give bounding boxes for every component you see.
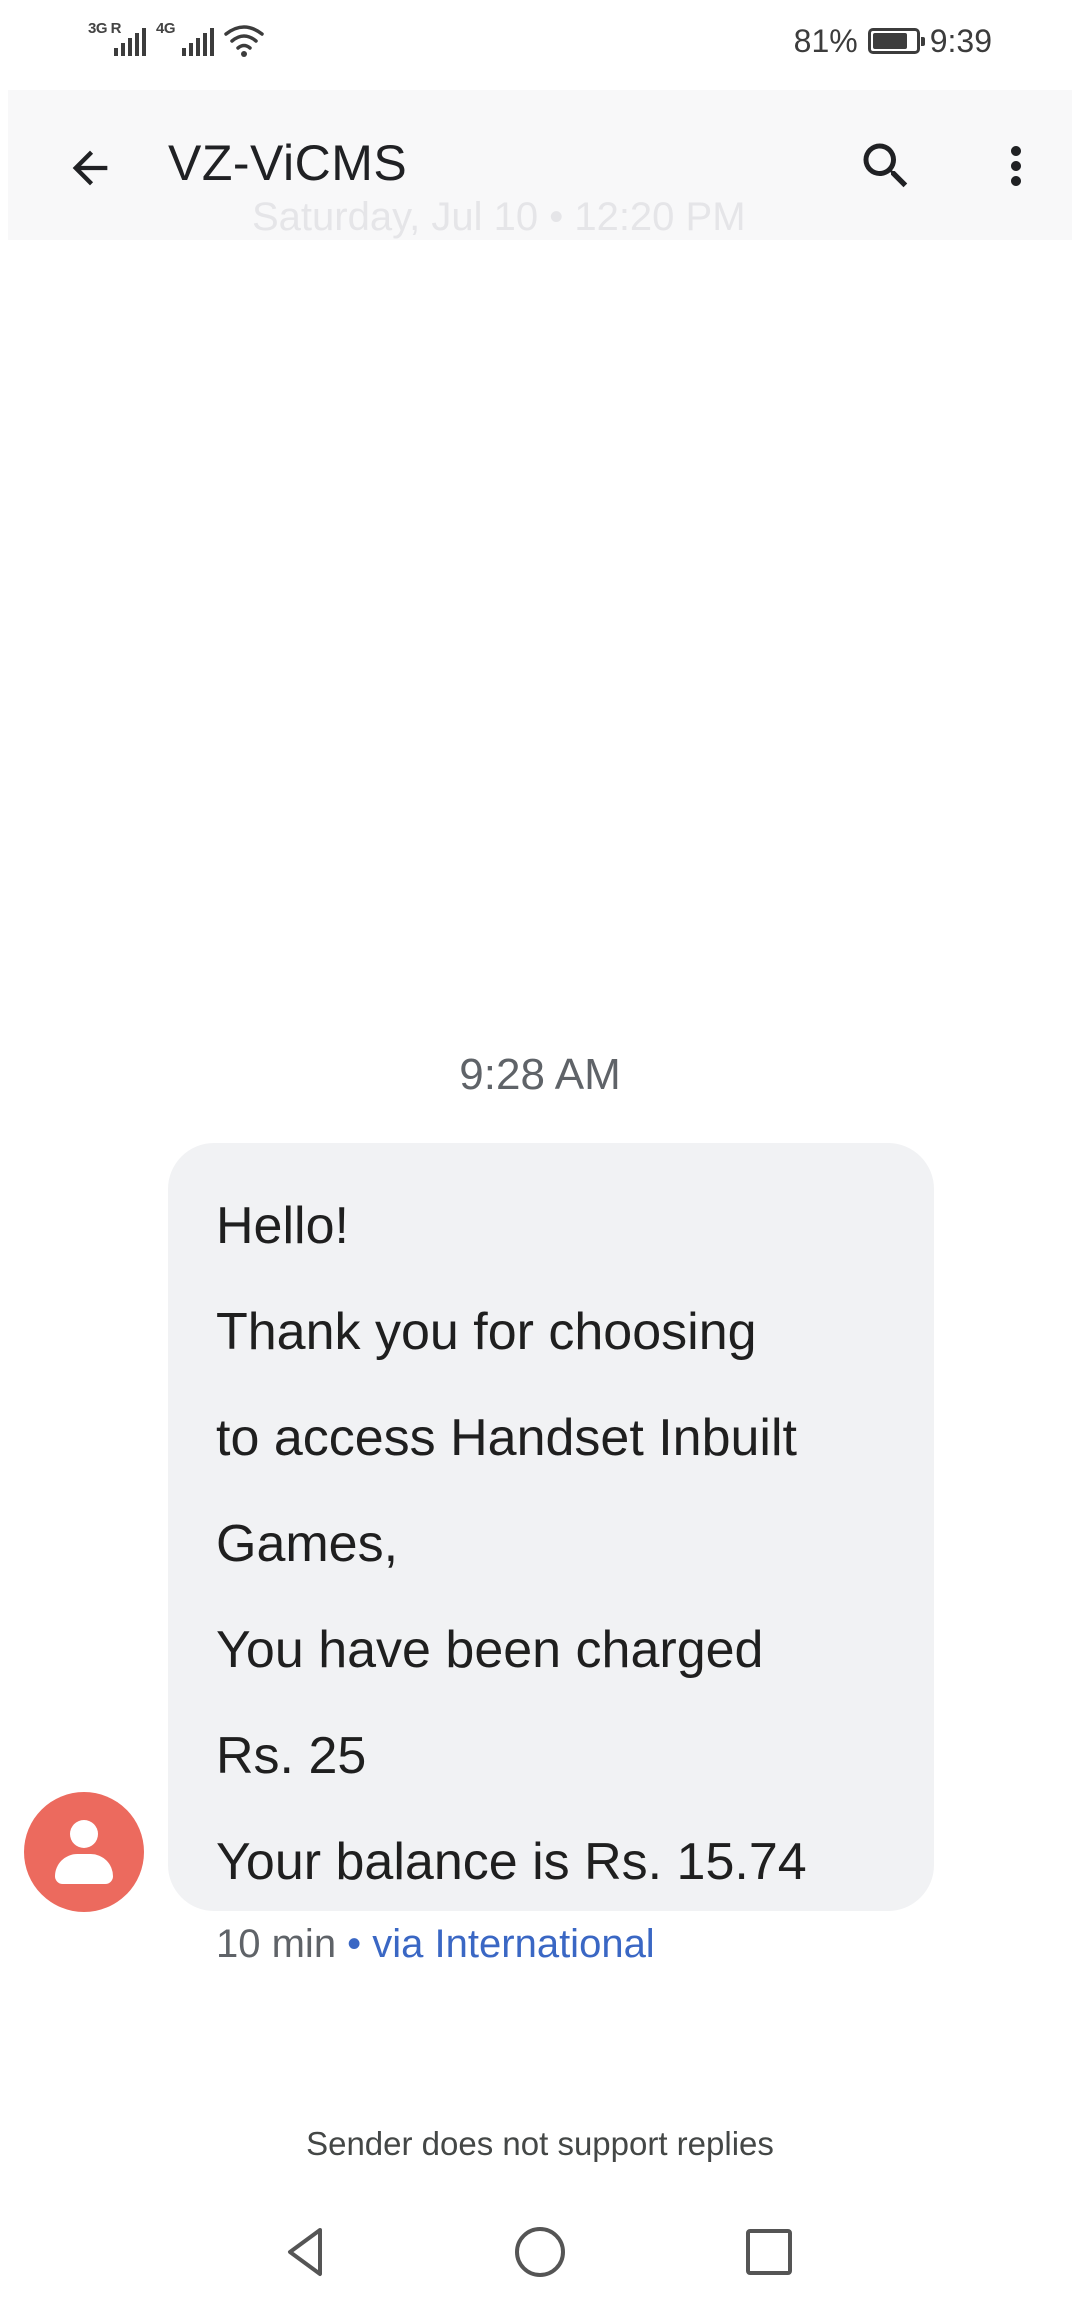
- conversation-title: VZ-ViCMS: [168, 135, 408, 191]
- sim2-network-label: 4G: [156, 20, 176, 37]
- message-meta: 10 min • via International: [216, 1922, 655, 1967]
- via-international-link[interactable]: • via International: [336, 1922, 655, 1966]
- message-line: Your balance is Rs. 15.74: [216, 1833, 807, 1891]
- message-line: You have been charged: [216, 1621, 764, 1679]
- search-icon: [863, 143, 908, 188]
- wifi-icon: [224, 25, 264, 57]
- more-options-button[interactable]: [980, 126, 1052, 206]
- recents-square-icon: [746, 2229, 792, 2275]
- back-triangle-icon: [288, 2228, 322, 2276]
- clock: 9:39: [929, 22, 992, 59]
- sim2-signal-icon: 4G: [156, 20, 214, 60]
- search-button[interactable]: [846, 126, 926, 206]
- system-nav-bar: [0, 2195, 1080, 2312]
- scrolled-date-header: Saturday, Jul 10 • 12:20 PM: [252, 195, 746, 239]
- message-line: Hello!: [216, 1197, 349, 1255]
- arrow-back-icon: [72, 150, 108, 186]
- sender-avatar[interactable]: [24, 1792, 144, 1912]
- battery-percentage: 81%: [793, 22, 858, 59]
- back-button[interactable]: [52, 130, 128, 206]
- message-line: Thank you for choosing: [216, 1303, 757, 1361]
- message-line: Games,: [216, 1515, 399, 1573]
- nav-home-button[interactable]: [505, 2217, 575, 2287]
- status-icons-right: 81% 9:39: [794, 22, 992, 60]
- message-timestamp: 9:28 AM: [459, 1050, 621, 1099]
- message-bubble[interactable]: Hello! Thank you for choosing to access …: [168, 1143, 934, 1911]
- app-bar: Saturday, Jul 10 • 12:20 PM VZ-ViCMS: [8, 90, 1072, 240]
- message-line: to access Handset Inbuilt: [216, 1409, 797, 1467]
- battery-fill: [872, 33, 907, 49]
- home-circle-icon: [515, 2227, 565, 2277]
- reply-unsupported-notice: Sender does not support replies: [306, 2125, 774, 2162]
- message-age: 10 min: [216, 1922, 337, 1966]
- status-icons-left: 3G R 4G: [88, 20, 264, 60]
- message-line: Rs. 25: [216, 1727, 367, 1785]
- nav-recents-button[interactable]: [734, 2217, 804, 2287]
- sim1-signal-icon: 3G R: [88, 20, 146, 60]
- more-vert-icon: [1011, 146, 1021, 186]
- battery-icon: [867, 28, 925, 54]
- person-icon: [70, 1820, 98, 1848]
- status-bar: 3G R 4G 81% 9:39: [0, 0, 1080, 82]
- nav-back-button[interactable]: [271, 2217, 341, 2287]
